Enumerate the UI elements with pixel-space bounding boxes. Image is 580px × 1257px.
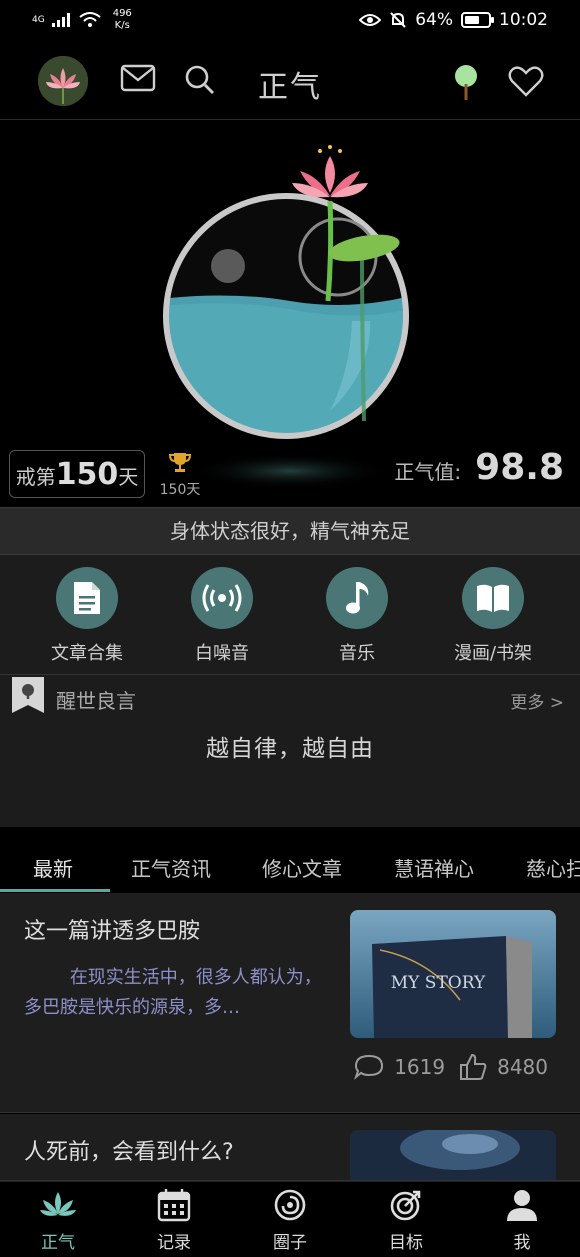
circle-icon [274, 1189, 306, 1221]
zhengqi-score: 正气值: 98.8 [394, 447, 564, 488]
thumbs-up-icon[interactable] [459, 1053, 487, 1081]
streak-prefix: 戒第 [15, 465, 56, 489]
signal-icon [51, 13, 70, 27]
status-right: 64% 10:02 [359, 10, 548, 30]
speed-value: 496 [112, 8, 132, 19]
tab-mind-articles[interactable]: 修心文章 [262, 853, 342, 882]
network-type: 4G [32, 15, 45, 25]
feature-grid: 文章合集 白噪音 音乐 漫画/书架 [0, 555, 580, 675]
nav-goal[interactable]: 目标 [348, 1188, 464, 1253]
wifi-icon [79, 12, 101, 27]
nav-label: 目标 [389, 1233, 423, 1253]
battery-icon [461, 12, 494, 28]
streak-days: 150 [55, 457, 119, 492]
page-title: 正气 [258, 70, 322, 105]
music-note-icon [346, 582, 369, 614]
tab-zen-words[interactable]: 慧语禅心 [394, 853, 474, 882]
nav-zhengqi[interactable]: 正气 [0, 1188, 116, 1253]
battery-fill [465, 16, 480, 24]
broadcast-icon [202, 584, 242, 612]
heart-icon[interactable] [508, 66, 544, 98]
quote-card[interactable]: 醒世良言 更多 > 越自律，越自由 [0, 675, 580, 827]
network-speed: 496 K/s [113, 8, 132, 32]
feature-comics-bookshelf[interactable]: 漫画/书架 [433, 567, 553, 665]
comment-count: 1619 [394, 1055, 446, 1079]
body-status-message: 身体状态很好，精气神充足 [0, 507, 580, 555]
comment-icon[interactable] [354, 1054, 384, 1080]
nav-label: 正气 [41, 1233, 75, 1253]
like-count: 8480 [497, 1055, 548, 1079]
streak-suffix: 天 [118, 465, 139, 489]
nav-label: 我 [513, 1233, 531, 1253]
nav-record[interactable]: 记录 [116, 1188, 232, 1253]
battery-percent: 64% [415, 10, 453, 30]
feature-music[interactable]: 音乐 [297, 567, 417, 665]
nav-circle[interactable]: 圈子 [232, 1188, 348, 1253]
clock: 10:02 [499, 10, 548, 30]
article-thumbnail: MY STORY [350, 910, 556, 1038]
zhengqi-label: 正气值: [394, 460, 462, 484]
quote-more-link[interactable]: 更多 > [510, 688, 564, 713]
zhengqi-value: 98.8 [475, 447, 564, 488]
feature-articles[interactable]: 文章合集 [27, 567, 147, 665]
thumbnail-text: MY STORY [391, 973, 486, 993]
trophy-icon [168, 453, 192, 472]
article-card[interactable]: 人死前，会看到什么? [0, 1114, 580, 1181]
person-icon [507, 1190, 537, 1221]
nav-label: 记录 [157, 1233, 191, 1253]
speed-unit: K/s [114, 20, 130, 31]
hero-section: 戒第 150 天 150天 正气值: 98.8 [0, 121, 580, 507]
category-tabs: 最新 正气资讯 修心文章 慧语禅心 慈心扫 [0, 841, 580, 893]
eye-icon [359, 14, 382, 26]
mute-bell-icon [390, 12, 406, 28]
trophy-label: 150天 [159, 482, 201, 498]
lotus-icon [40, 1192, 76, 1216]
tab-active-indicator [0, 889, 110, 892]
nav-label: 圈子 [273, 1233, 307, 1253]
article-meta: 1619 8480 [354, 1053, 548, 1081]
feature-label: 音乐 [339, 643, 375, 664]
feature-label: 白噪音 [195, 643, 249, 664]
nav-me[interactable]: 我 [464, 1188, 580, 1253]
streak-counter: 戒第 150 天 [9, 450, 145, 498]
document-icon [74, 582, 100, 614]
feature-label: 漫画/书架 [453, 643, 533, 664]
target-icon [390, 1190, 421, 1221]
tab-latest[interactable]: 最新 [33, 853, 73, 882]
feature-label: 文章合集 [51, 643, 123, 664]
tab-news[interactable]: 正气资讯 [131, 853, 211, 882]
article-excerpt: 在现实生活中，很多人都认为，多巴胺是快乐的源泉，多… [24, 967, 322, 1018]
book-icon [477, 584, 509, 612]
bottom-nav: 正气 记录 圈子 目标 我 [0, 1181, 580, 1257]
quote-title: 醒世良言 [56, 689, 136, 713]
tree-icon[interactable] [452, 64, 480, 102]
article-thumbnail [350, 1130, 556, 1180]
app-header: 正气 [0, 44, 580, 120]
article-card[interactable]: 这一篇讲透多巴胺 在现实生活中，很多人都认为，多巴胺是快乐的源泉，多… MY S… [0, 893, 580, 1113]
tab-compassion[interactable]: 慈心扫 [526, 853, 580, 882]
feature-white-noise[interactable]: 白噪音 [162, 567, 282, 665]
status-bar: 4G 496 K/s 64% 10:02 [0, 0, 580, 44]
quote-text: 越自律，越自由 [206, 736, 374, 762]
bookmark-icon [12, 677, 44, 713]
trophy-badge[interactable]: 150天 [150, 451, 210, 499]
article-title: 这一篇讲透多巴胺 [24, 919, 201, 944]
calendar-icon [157, 1189, 191, 1222]
article-title: 人死前，会看到什么? [24, 1140, 234, 1165]
status-left: 4G 496 K/s [32, 8, 132, 32]
